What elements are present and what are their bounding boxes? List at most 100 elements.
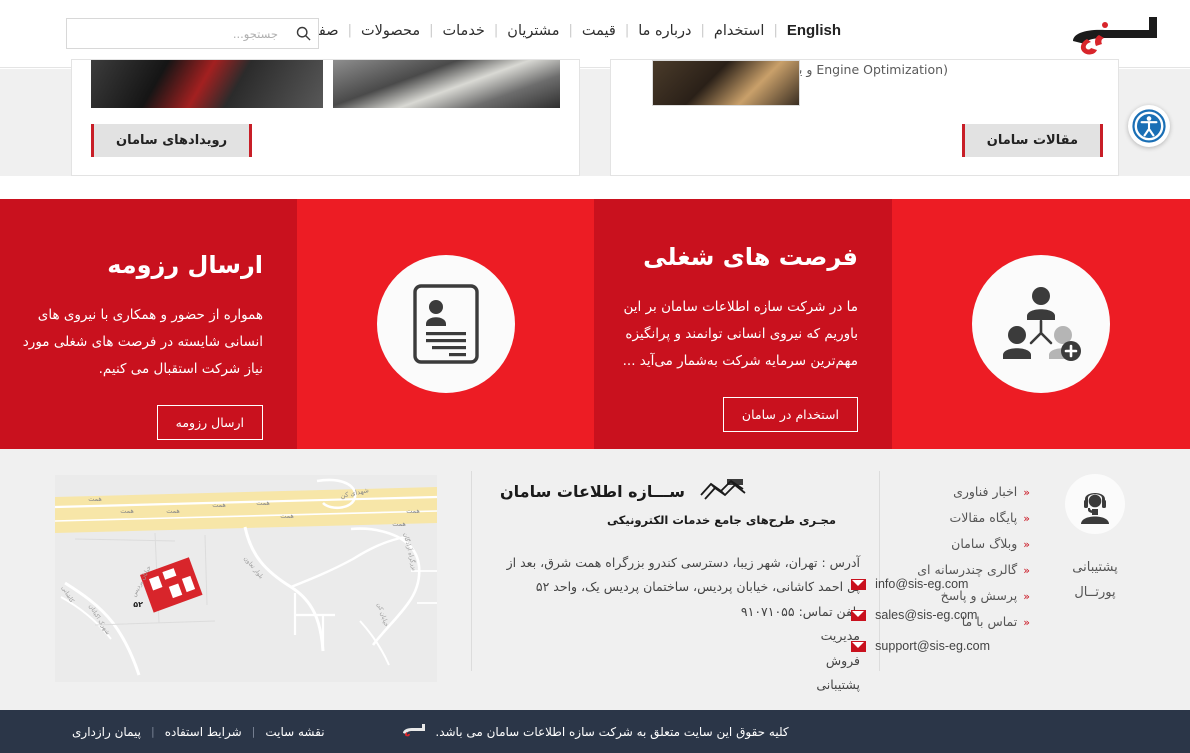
envelope-icon — [851, 578, 867, 590]
company-phone: تلفن تماس: ۹۱۰۷۱۰۵۵ — [740, 603, 860, 619]
email-list[interactable]: info@sis-eg.com sales@sis-eg.com support… — [851, 577, 990, 670]
nav-separator: | — [624, 23, 630, 38]
svg-text:۵۲: ۵۲ — [133, 600, 143, 609]
email-support[interactable]: support@sis-eg.com — [875, 639, 990, 653]
headset-operator-icon — [1081, 493, 1109, 524]
envelope-icon — [851, 609, 867, 621]
site-header: English | استخدام | درباره ما | قیمت | م… — [0, 0, 1190, 68]
bottom-link-terms[interactable]: شرایط استفاده — [155, 725, 252, 739]
chevron-icon: « — [1023, 512, 1030, 525]
send-resume-icon-panel — [297, 199, 594, 449]
portal-support-block[interactable]: پشتیبانی پورتــال — [1035, 474, 1155, 605]
email-row-info[interactable]: info@sis-eg.com — [851, 577, 990, 591]
resume-icon-circle — [376, 255, 515, 393]
footer-link-saman-blog[interactable]: «وبلاگ سامان — [890, 531, 1030, 557]
employment-button[interactable]: استخدام در سامان — [722, 396, 858, 432]
chevron-icon: « — [1023, 486, 1030, 499]
nav-separator: | — [568, 23, 573, 38]
email-row-support[interactable]: support@sis-eg.com — [851, 639, 990, 653]
nav-item-services[interactable]: خدمات — [433, 23, 493, 39]
event-thumbnail-2[interactable] — [91, 60, 324, 108]
nav-item-customers[interactable]: مشتریان — [498, 23, 568, 39]
company-name: ســـازه اطلاعات سامان — [500, 481, 685, 501]
accessibility-icon — [1132, 109, 1166, 143]
accessibility-widget[interactable] — [1128, 105, 1170, 147]
send-resume-title: ارسال رزومه — [107, 251, 263, 279]
nav-separator: | — [493, 23, 499, 38]
bottom-bar: کلیه حقوق این سایت متعلق به شرکت سازه اط… — [0, 710, 1190, 753]
nav-item-products[interactable]: محصولات — [352, 23, 429, 39]
event-thumbnail-1[interactable] — [333, 60, 560, 108]
bottom-link-privacy[interactable]: پیمان رازداری — [62, 725, 151, 739]
send-resume-body: همواره از حضور و همکاری با نیروی های انس… — [22, 306, 263, 377]
site-footer: پشتیبانی پورتــال «اخبار فناوری «پایگاه … — [0, 449, 1190, 710]
footer-link-tech-news[interactable]: «اخبار فناوری — [890, 479, 1030, 505]
location-map[interactable]: همت همت همت همت همت همت همت همت شهدای کن… — [55, 475, 437, 682]
job-opportunities-title: فرصت های شغلی — [643, 243, 858, 271]
svg-text:همت: همت — [280, 512, 294, 520]
chevron-icon: « — [1023, 616, 1030, 629]
svg-text:همت: همت — [406, 507, 420, 515]
search-box[interactable] — [66, 18, 319, 49]
events-card: رویدادهای سامان — [71, 59, 580, 176]
cards-strip: (Engine Optimization و یک ... مقالات سام… — [0, 59, 1190, 176]
group-add-user-icon — [1003, 287, 1081, 361]
nav-item-employment[interactable]: استخدام — [705, 23, 774, 39]
svg-text:همت: همت — [392, 520, 406, 528]
job-opportunities-body: ما در شرکت سازه اطلاعات سامان بر این باو… — [622, 298, 858, 369]
nav-item-price[interactable]: قیمت — [573, 23, 625, 39]
nav-item-about-us[interactable]: درباره ما — [629, 23, 700, 39]
bottom-link-sitemap[interactable]: نقشه سایت — [255, 725, 334, 739]
company-tagline: مجـری طرح‌های جامع خدمات الکترونیکی — [607, 513, 836, 527]
svg-text:همت: همت — [120, 507, 134, 515]
footer-divider — [471, 471, 472, 671]
company-info-block: ســـازه اطلاعات سامان مجـری طرح‌های جامع… — [500, 475, 860, 697]
articles-card: (Engine Optimization و یک ... مقالات سام… — [610, 59, 1119, 176]
bottom-logo-icon — [401, 723, 427, 740]
department-management: مدیریت — [820, 628, 860, 644]
envelope-icon — [851, 640, 867, 652]
svg-text:همت: همت — [88, 495, 102, 503]
copyright-text: کلیه حقوق این سایت متعلق به شرکت سازه اط… — [435, 724, 789, 739]
chevron-icon: « — [1023, 538, 1030, 551]
email-sales[interactable]: sales@sis-eg.com — [875, 608, 977, 622]
page-root: English | استخدام | درباره ما | قیمت | م… — [0, 0, 1190, 753]
bottom-links[interactable]: پیمان رازداری | شرایط استفاده | نقشه سای… — [62, 725, 335, 739]
department-sales: فروش — [825, 652, 860, 668]
email-info[interactable]: info@sis-eg.com — [875, 577, 968, 591]
department-support: پشتیبانی — [816, 676, 860, 692]
support-line-2: پورتــال — [1074, 584, 1116, 600]
saman-logo[interactable] — [1062, 8, 1172, 60]
job-opportunities-icon-panel — [892, 199, 1190, 449]
main-navigation[interactable]: English | استخدام | درباره ما | قیمت | م… — [255, 22, 855, 39]
search-input[interactable] — [67, 19, 288, 48]
nav-item-english[interactable]: English — [778, 22, 855, 39]
article-thumbnail[interactable] — [652, 60, 800, 106]
nav-separator: | — [347, 23, 352, 38]
chevron-icon: « — [1023, 564, 1030, 577]
company-address: آدرس : تهران، شهر زیبا، دسترسی کندرو بزر… — [506, 555, 860, 595]
svg-text:همت: همت — [166, 507, 180, 515]
red-banner-strip: فرصت های شغلی ما در شرکت سازه اطلاعات سا… — [0, 199, 1190, 449]
job-icon-circle — [972, 255, 1110, 393]
events-tag-button[interactable]: رویدادهای سامان — [91, 124, 253, 157]
search-icon[interactable] — [288, 19, 318, 48]
nav-separator: | — [429, 23, 434, 38]
articles-tag-button[interactable]: مقالات سامان — [961, 124, 1103, 157]
saman-mark-icon — [697, 475, 749, 507]
avatar — [1065, 474, 1125, 534]
send-resume-text-panel: ارسال رزومه همواره از حضور و همکاری با ن… — [0, 199, 297, 449]
svg-text:همت: همت — [256, 499, 270, 507]
support-line-1: پشتیبانی — [1072, 560, 1118, 575]
send-resume-button[interactable]: ارسال رزومه — [156, 404, 263, 440]
nav-separator: | — [773, 23, 778, 38]
email-row-sales[interactable]: sales@sis-eg.com — [851, 608, 990, 622]
resume-document-icon — [412, 284, 479, 364]
bottom-separator: | — [251, 725, 256, 738]
nav-separator: | — [700, 23, 705, 38]
svg-text:همت: همت — [212, 501, 226, 509]
job-opportunities-text-panel: فرصت های شغلی ما در شرکت سازه اطلاعات سا… — [594, 199, 892, 449]
footer-link-articles-base[interactable]: «پایگاه مقالات — [890, 505, 1030, 531]
bottom-separator: | — [150, 725, 155, 738]
chevron-icon: « — [1023, 590, 1030, 603]
